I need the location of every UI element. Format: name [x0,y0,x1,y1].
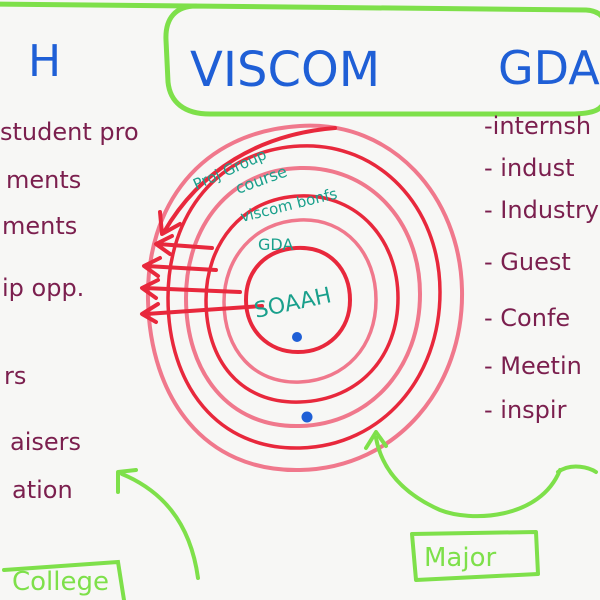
right-list-item: - Guest [484,248,571,276]
left-list-item: ip opp. [2,274,84,302]
left-list-item: ation [12,476,73,504]
header-left-fragment: H [28,36,61,87]
major-label: Major [424,543,496,573]
right-list-item: - indust [484,154,575,182]
header-gda: GDA [498,41,600,95]
right-list-item: - Industry [484,196,599,224]
left-list-item: ments [2,212,77,240]
right-list-item: -internsh [484,112,591,140]
right-list-item: - inspir [484,396,567,424]
left-list-item: rs [4,362,26,390]
left-list-item: student pro [0,118,139,146]
right-list-item: - Meetin [484,352,582,380]
center-dot [292,332,302,342]
right-list-item: - Confe [484,304,570,332]
header-viscom: VISCOM [190,42,380,98]
ring-label-gda: GDA [258,235,293,254]
whiteboard: H VISCOM GDA student pro ments ments ip … [0,0,600,600]
outer-dot [301,411,313,423]
college-label: College [12,567,109,597]
left-list-item: aisers [10,428,81,456]
left-list-item: ments [6,166,81,194]
